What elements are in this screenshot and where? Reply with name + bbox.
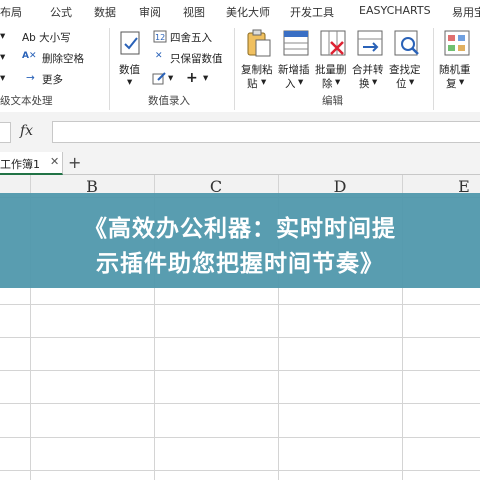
merge-convert-icon [357,30,383,56]
menu-data[interactable]: 数据 [94,4,116,20]
case-dropdown-arrow[interactable]: ▾ [0,30,5,42]
formula-input[interactable] [52,121,480,143]
dropdown-arrow-icon[interactable]: ▾ [409,76,414,88]
random-repeat-label-2[interactable]: 复 [446,76,457,91]
round-button[interactable]: 四舍五入 [170,30,212,45]
edit-group-label: 编辑 [322,95,343,107]
keep-value-button[interactable]: 只保留数值 [170,51,223,66]
copy-paste-label[interactable]: 复制粘 [241,62,273,77]
close-icon[interactable]: ✕ [50,155,59,168]
fx-icon[interactable]: fx [20,123,33,139]
insert-icon [283,30,309,56]
plus-icon[interactable]: + [186,70,198,86]
random-repeat-label[interactable]: 随机重 [439,62,471,77]
svg-text:12: 12 [155,33,165,42]
menu-easycharts[interactable]: EASYCHARTS [359,4,431,17]
menu-layout[interactable]: 布局 [0,4,22,20]
more-arrow-icon: → [26,72,35,84]
dropdown-arrow-icon[interactable]: ▾ [261,76,266,88]
dropdown-arrow-icon[interactable]: ▾ [0,51,5,63]
group-divider [234,28,235,110]
menu-formulas[interactable]: 公式 [50,4,72,20]
add-sheet-icon[interactable]: + [68,153,81,172]
dropdown-arrow-icon[interactable]: ▾ [168,72,173,84]
dropdown-arrow-icon[interactable]: ▾ [372,76,377,88]
find-locate-label[interactable]: 查找定 [389,62,421,77]
remove-space-icon: A✕ [22,51,37,61]
menu-beautify-master[interactable]: 美化大师 [226,4,270,20]
insert-label[interactable]: 新增插 [278,62,310,77]
row-divider [0,437,480,438]
menu-review[interactable]: 审阅 [139,4,161,20]
text-group-label: 级文本处理 [0,95,53,107]
keep-value-icon: ✕ [155,51,163,61]
merge-convert-label[interactable]: 合并转 [352,62,384,77]
change-case-button[interactable]: Ab 大小写 [22,30,71,45]
random-repeat-icon [444,30,470,56]
find-locate-label-2[interactable]: 位 [396,76,407,91]
group-divider [433,28,434,110]
banner-title-line-1: 《高效办公利器：实时时间提 [84,216,396,242]
sheet-tab-label: 工作簿1 [0,158,40,171]
dropdown-arrow-icon[interactable]: ▾ [127,76,132,88]
copy-paste-icon [247,29,271,57]
more-button[interactable]: 更多 [42,72,63,87]
ribbon: ▾ Ab 大小写 ▾ A✕ 删除空格 ▾ → 更多 级文本处理 数值 ▾ 12 … [0,24,480,113]
row-divider [0,403,480,404]
sheet-tab-bar: 工作簿1 ✕ + [0,152,480,175]
dropdown-arrow-icon[interactable]: ▾ [0,72,5,84]
edit-icon[interactable] [152,71,166,85]
name-box[interactable] [0,122,11,143]
formula-bar: fx [0,112,480,152]
row-divider [0,470,480,471]
menu-bar: 布局 公式 数据 审阅 视图 美化大师 开发工具 EASYCHARTS 易用宝 [0,0,480,24]
menu-view[interactable]: 视图 [183,4,205,20]
number-group-label: 数值录入 [148,95,190,107]
find-locate-icon [394,30,419,56]
group-divider [109,28,110,110]
row-divider [0,337,480,338]
banner-title-line-2: 示插件助您把握时间节奏》 [96,251,384,277]
dropdown-arrow-icon[interactable]: ▾ [298,76,303,88]
dropdown-arrow-icon[interactable]: ▾ [335,76,340,88]
batch-delete-label[interactable]: 批量删 [315,62,347,77]
number-button[interactable]: 数值 [119,62,140,77]
row-divider [0,304,480,305]
dropdown-arrow-icon[interactable]: ▾ [459,76,464,88]
number-format-icon [120,31,140,55]
row-divider [0,370,480,371]
menu-developer[interactable]: 开发工具 [290,4,334,20]
remove-spaces-button[interactable]: 删除空格 [42,51,84,66]
dropdown-arrow-icon[interactable]: ▾ [203,72,208,84]
copy-paste-label-2[interactable]: 贴 [247,76,258,91]
round-icon: 12 [153,30,167,43]
batch-delete-icon [320,30,346,56]
batch-delete-label-2[interactable]: 除 [322,76,333,91]
menu-easyuse[interactable]: 易用宝 [452,4,480,20]
insert-label-2[interactable]: 入 [285,76,296,91]
sheet-tab[interactable]: 工作簿1 ✕ [0,152,63,175]
merge-convert-label-2[interactable]: 换 [359,76,370,91]
title-banner: 《高效办公利器：实时时间提 示插件助您把握时间节奏》 [0,193,480,288]
